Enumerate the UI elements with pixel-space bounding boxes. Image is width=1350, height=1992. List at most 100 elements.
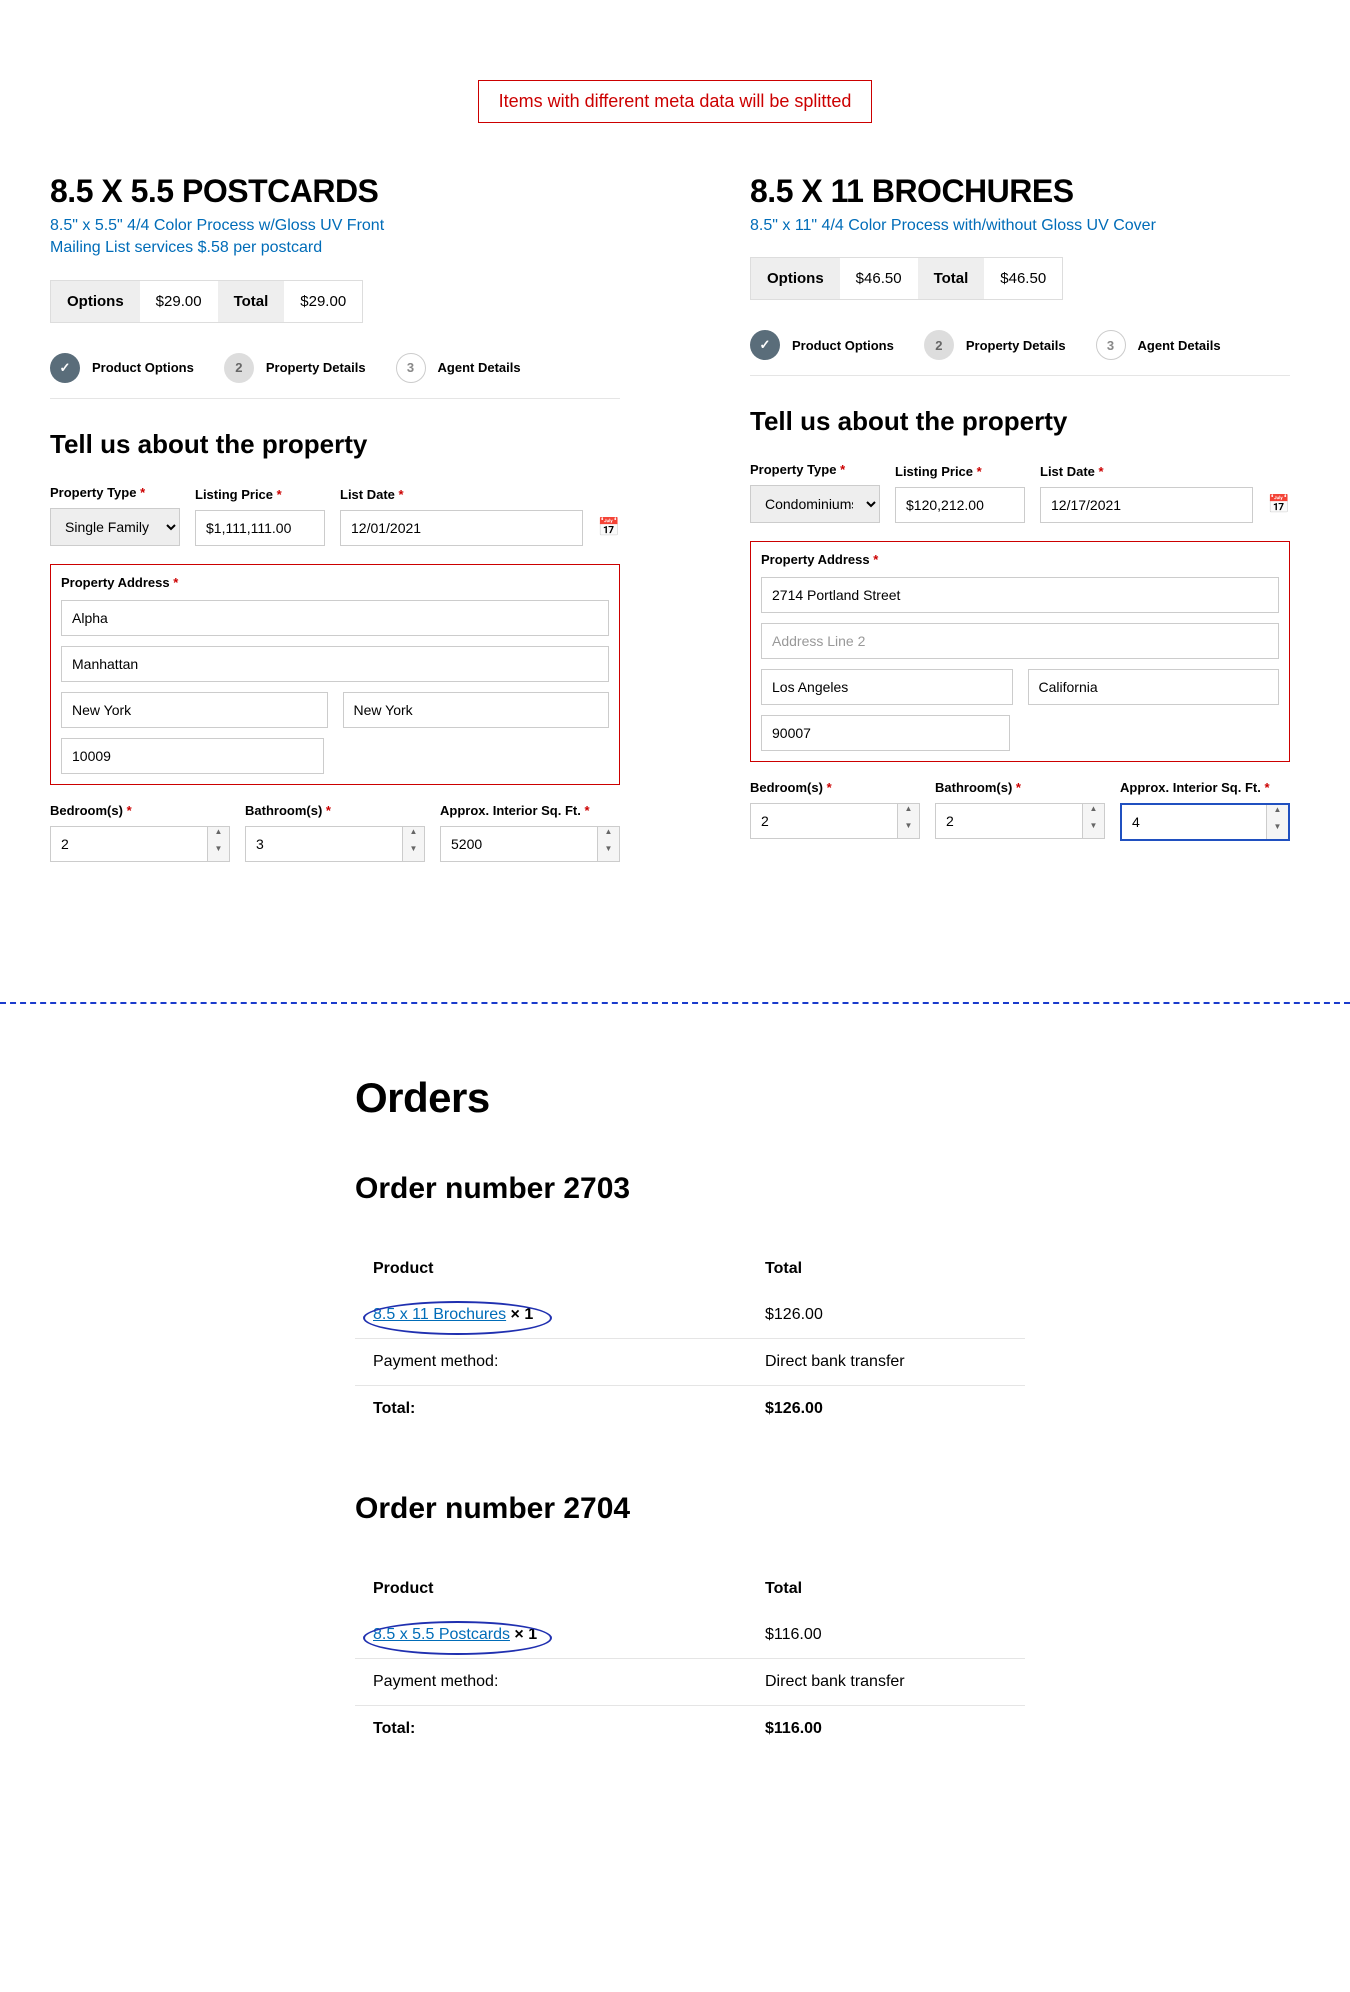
address-box: Property Address * [50, 564, 620, 785]
dashed-divider [0, 1002, 1350, 1004]
step-agent-details[interactable]: 3 Agent Details [1096, 330, 1221, 360]
list-date-label: List Date * [340, 487, 583, 502]
state-input[interactable] [1028, 669, 1280, 705]
bedrooms-input[interactable] [751, 804, 897, 838]
section-heading: Tell us about the property [50, 429, 620, 460]
total-label: Total [918, 258, 985, 299]
total-label: Total [218, 281, 285, 322]
order-block: Order number 2704 Product Total 8.5 x 5.… [355, 1492, 1025, 1752]
bedrooms-label: Bedroom(s) * [750, 780, 920, 795]
property-type-label: Property Type * [750, 462, 880, 477]
zip-input[interactable] [761, 715, 1010, 751]
section-heading: Tell us about the property [750, 406, 1290, 437]
bedrooms-label: Bedroom(s) * [50, 803, 230, 818]
line-total: $116.00 [765, 1626, 1025, 1644]
step-property-details[interactable]: 2 Property Details [924, 330, 1066, 360]
listing-price-input[interactable] [195, 510, 325, 546]
banner-notice: Items with different meta data will be s… [478, 80, 873, 123]
calendar-icon[interactable]: 📅 [1268, 486, 1290, 523]
total-value: $126.00 [765, 1400, 1025, 1418]
bathrooms-input[interactable] [246, 827, 402, 861]
bedrooms-input[interactable] [51, 827, 207, 861]
annotation-ellipse: 8.5 x 11 Brochures × 1 [373, 1306, 533, 1323]
address-line1-input[interactable] [761, 577, 1279, 613]
step-product-options[interactable]: ✓ Product Options [50, 353, 194, 383]
sqft-input[interactable] [441, 827, 597, 861]
order-block: Order number 2703 Product Total 8.5 x 11… [355, 1172, 1025, 1432]
options-label: Options [751, 258, 840, 299]
address-line2-input[interactable] [761, 623, 1279, 659]
listing-price-label: Listing Price * [895, 464, 1025, 479]
product-subtitle: 8.5" x 5.5" 4/4 Color Process w/Gloss UV… [50, 215, 620, 260]
line-total: $126.00 [765, 1306, 1025, 1324]
spinner-icon[interactable]: ▲▼ [897, 804, 919, 838]
price-summary: Options $29.00 Total $29.00 [50, 280, 363, 323]
list-date-label: List Date * [1040, 464, 1253, 479]
spinner-icon[interactable]: ▲▼ [597, 827, 619, 861]
total-column-header: Total [765, 1580, 1025, 1598]
address-line2-input[interactable] [61, 646, 609, 682]
checkmark-icon: ✓ [750, 330, 780, 360]
divider [750, 375, 1290, 376]
zip-input[interactable] [61, 738, 324, 774]
bathrooms-input[interactable] [936, 804, 1082, 838]
step-number: 3 [1096, 330, 1126, 360]
sqft-input[interactable] [1122, 805, 1266, 839]
address-line1-input[interactable] [61, 600, 609, 636]
listing-price-label: Listing Price * [195, 487, 325, 502]
total-price: $29.00 [284, 281, 362, 322]
payment-method-value: Direct bank transfer [765, 1353, 1025, 1371]
spinner-icon[interactable]: ▲▼ [1266, 805, 1288, 839]
step-property-details[interactable]: 2 Property Details [224, 353, 366, 383]
product-column-header: Product [355, 1260, 765, 1278]
product-link[interactable]: 8.5 x 5.5 Postcards [373, 1626, 510, 1643]
list-date-input[interactable] [340, 510, 583, 546]
list-date-input[interactable] [1040, 487, 1253, 523]
orders-heading: Orders [355, 1074, 1025, 1122]
product-qty: × 1 [510, 1626, 537, 1643]
annotation-ellipse: 8.5 x 5.5 Postcards × 1 [373, 1626, 537, 1643]
options-price: $29.00 [140, 281, 218, 322]
order-number-heading: Order number 2704 [355, 1492, 1025, 1526]
payment-method-value: Direct bank transfer [765, 1673, 1025, 1691]
address-box: Property Address * [750, 541, 1290, 762]
property-address-label: Property Address * [761, 552, 1279, 567]
listing-price-input[interactable] [895, 487, 1025, 523]
product-title: 8.5 X 11 BROCHURES [750, 173, 1290, 210]
sqft-label: Approx. Interior Sq. Ft. * [1120, 780, 1290, 795]
step-number: 3 [396, 353, 426, 383]
property-address-label: Property Address * [61, 575, 609, 590]
options-price: $46.50 [840, 258, 918, 299]
product-title: 8.5 X 5.5 POSTCARDS [50, 173, 620, 210]
total-label: Total: [355, 1400, 765, 1418]
spinner-icon[interactable]: ▲▼ [402, 827, 424, 861]
total-column-header: Total [765, 1260, 1025, 1278]
order-number-heading: Order number 2703 [355, 1172, 1025, 1206]
step-number: 2 [924, 330, 954, 360]
product-subtitle: 8.5" x 11" 4/4 Color Process with/withou… [750, 215, 1290, 237]
city-input[interactable] [61, 692, 328, 728]
divider [50, 398, 620, 399]
options-label: Options [51, 281, 140, 322]
city-input[interactable] [761, 669, 1013, 705]
step-number: 2 [224, 353, 254, 383]
total-label: Total: [355, 1720, 765, 1738]
price-summary: Options $46.50 Total $46.50 [750, 257, 1063, 300]
property-type-select[interactable]: Single Family [50, 508, 180, 546]
total-value: $116.00 [765, 1720, 1025, 1738]
payment-method-label: Payment method: [355, 1353, 765, 1371]
product-qty: × 1 [506, 1306, 533, 1323]
calendar-icon[interactable]: 📅 [598, 509, 620, 546]
product-link[interactable]: 8.5 x 11 Brochures [373, 1306, 506, 1323]
sqft-label: Approx. Interior Sq. Ft. * [440, 803, 620, 818]
step-product-options[interactable]: ✓ Product Options [750, 330, 894, 360]
property-type-select[interactable]: Condominiums [750, 485, 880, 523]
product-column-header: Product [355, 1580, 765, 1598]
spinner-icon[interactable]: ▲▼ [1082, 804, 1104, 838]
step-agent-details[interactable]: 3 Agent Details [396, 353, 521, 383]
spinner-icon[interactable]: ▲▼ [207, 827, 229, 861]
state-input[interactable] [343, 692, 610, 728]
bathrooms-label: Bathroom(s) * [245, 803, 425, 818]
step-indicator: ✓ Product Options 2 Property Details 3 A… [750, 330, 1290, 360]
payment-method-label: Payment method: [355, 1673, 765, 1691]
